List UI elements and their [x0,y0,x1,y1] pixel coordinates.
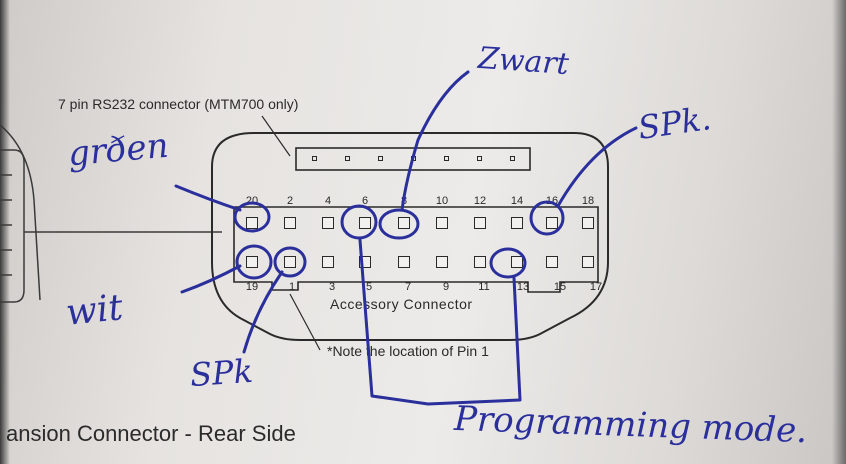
wit-leader [180,264,242,294]
circle-pin-6 [340,204,378,240]
circle-pin-13 [489,247,527,279]
photo-page: 20 2 4 6 8 10 12 14 16 18 19 1 3 5 7 9 11 13 15 17 7 pin RS… [0,0,846,464]
handwritten-ink [174,70,638,406]
handwritten-spk-left: SPk [188,351,255,395]
spk-right-leader [556,126,638,208]
handwritten-wit: wit [64,287,125,334]
circle-pin-19 [235,244,273,280]
spk-left-leader [242,270,284,354]
programming-bracket [358,238,522,406]
circle-pin-8 [378,208,420,240]
circle-pin-1 [273,246,307,278]
handwritten-zwart: Zwart [476,40,570,83]
zwart-leader [400,70,470,212]
circle-pin-20 [233,201,271,233]
green-leader [174,184,242,212]
